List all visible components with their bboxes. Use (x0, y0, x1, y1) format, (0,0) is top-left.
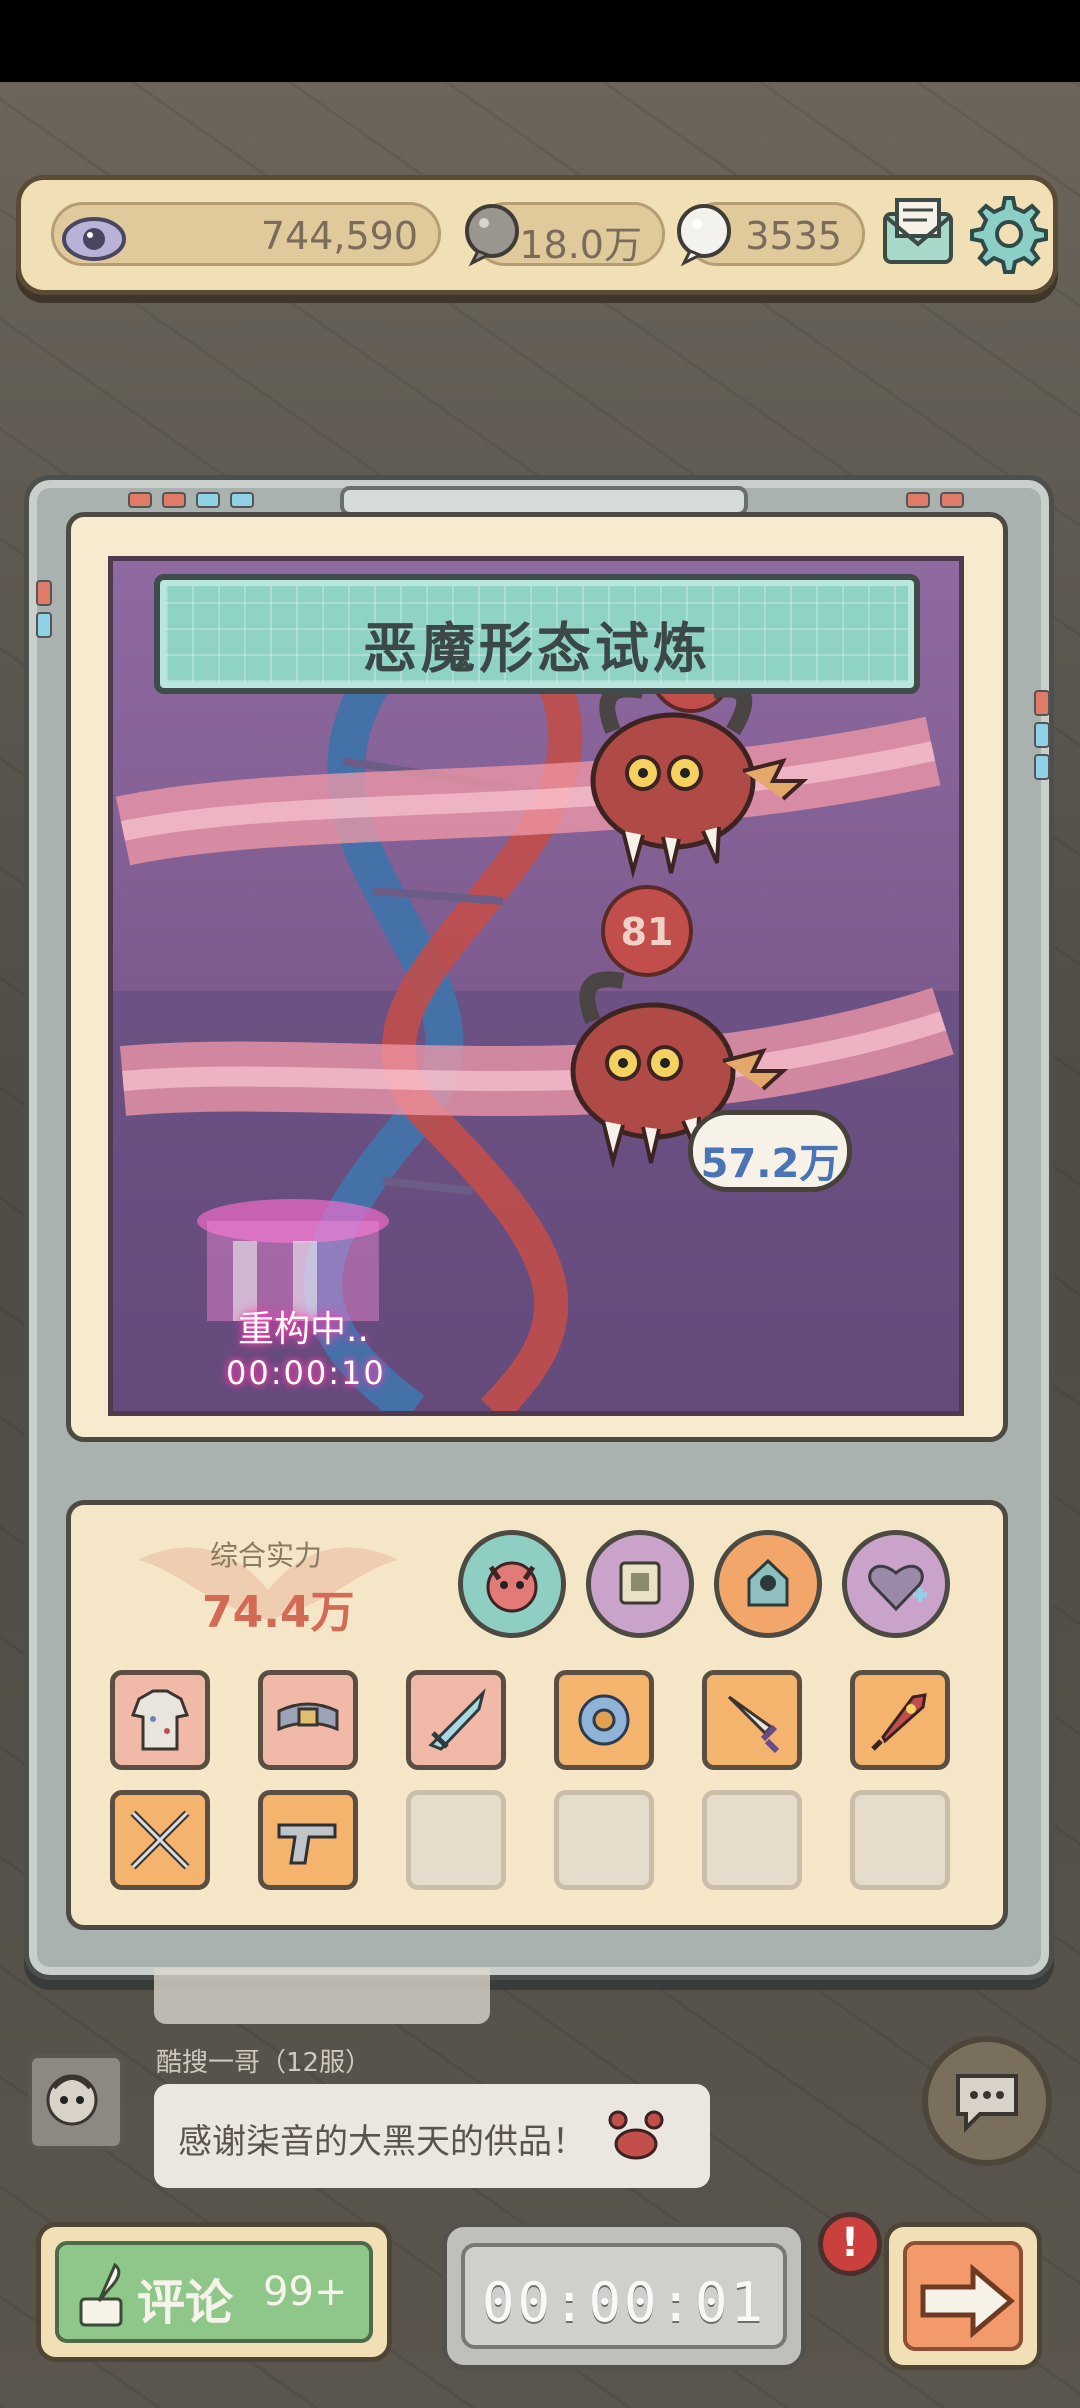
equip-slot-empty[interactable] (702, 1790, 802, 1890)
equip-slot-rocket[interactable] (850, 1670, 950, 1770)
equip-slot-sword[interactable] (406, 1670, 506, 1770)
avatar[interactable] (28, 2054, 124, 2150)
white-orb-value: 3535 (745, 214, 842, 258)
equip-slot-belt[interactable] (258, 1670, 358, 1770)
equip-slot-dagger[interactable] (702, 1670, 802, 1770)
previous-chat-bubble (154, 1968, 490, 2024)
power-label: 综合实力 (210, 1539, 323, 1572)
side-led (1034, 754, 1050, 780)
heart-plus-icon[interactable] (842, 1530, 950, 1638)
eye-counter[interactable]: 744,590 (51, 202, 441, 266)
arrow-right-icon (920, 2263, 1015, 2339)
crossed-blades-icon (130, 1810, 190, 1870)
chat-message: 感谢柒音的大黑天的供品！ (178, 2122, 586, 2162)
settings-gear-icon[interactable] (969, 194, 1049, 274)
equip-slot-empty[interactable] (406, 1790, 506, 1890)
equip-slot-pistol[interactable] (258, 1790, 358, 1890)
power-value: 74.4万 (202, 1587, 355, 1638)
rebuild-label: 重构中.. (238, 1309, 369, 1350)
side-led (1034, 690, 1050, 716)
frame-leds-left (128, 492, 254, 508)
gear-armor-icon (578, 1694, 630, 1746)
rebuild-timer: 00:00:10 (226, 1354, 386, 1392)
side-led (36, 580, 52, 606)
alert-badge: ! (818, 2212, 882, 2276)
equip-slot-empty[interactable] (554, 1790, 654, 1890)
svg-text:81: 81 (621, 910, 674, 954)
pistol-icon (277, 1823, 337, 1865)
trial-title: 恶魔形态试炼 (363, 617, 711, 680)
gray-orb-icon (465, 204, 519, 267)
eye-count-value: 744,590 (260, 214, 418, 258)
frame-leds-right (906, 492, 964, 508)
next-arrow-button[interactable] (884, 2222, 1042, 2370)
eye-icon (62, 217, 126, 261)
battle-timer[interactable]: 00:00:01 (442, 2222, 806, 2370)
armor-bust-icon[interactable] (714, 1530, 822, 1638)
equip-slot-crossed-blades[interactable] (110, 1790, 210, 1890)
mail-icon[interactable] (879, 194, 957, 272)
quill-ink-icon (79, 2262, 123, 2327)
chat-bubble-icon (956, 2074, 1018, 2133)
devil-face-icon[interactable] (458, 1530, 566, 1638)
comment-button[interactable]: 评论 99+ (36, 2222, 392, 2362)
resource-bar: 744,590 18.0万 3535 (16, 175, 1058, 295)
equip-slot-empty[interactable] (850, 1790, 950, 1890)
chat-message-bubble: 感谢柒音的大黑天的供品！ (154, 2084, 710, 2188)
status-bar (0, 0, 1080, 82)
chat-username: 酷搜一哥（12服） (156, 2048, 372, 2078)
comment-label: 评论 (137, 2275, 234, 2331)
damage-bubble: 57.2万 (688, 1110, 852, 1192)
equip-slot-shirt[interactable] (110, 1670, 210, 1770)
side-led (36, 612, 52, 638)
belt-icon (277, 1702, 339, 1732)
battle-timer-value: 00:00:01 (481, 2271, 767, 2334)
trial-title-banner: 恶魔形态试炼 (154, 574, 920, 694)
rocket-icon (871, 1693, 927, 1751)
comment-count: 99+ (263, 2269, 348, 2315)
white-orb-counter[interactable]: 3535 (677, 202, 865, 267)
crab-emoji-icon (608, 2110, 664, 2160)
gray-orb-counter[interactable]: 18.0万 (465, 202, 665, 267)
gray-orb-value: 18.0万 (519, 223, 642, 267)
sword-icon (428, 1688, 486, 1751)
shirt-icon (130, 1689, 190, 1751)
chat-open-button[interactable] (922, 2036, 1052, 2166)
damage-value: 57.2万 (700, 1141, 840, 1187)
chip-icon[interactable] (586, 1530, 694, 1638)
side-led (1034, 722, 1050, 748)
equip-slot-gear-armor[interactable] (554, 1670, 654, 1770)
white-orb-icon (677, 204, 731, 267)
dagger-icon (727, 1695, 780, 1754)
